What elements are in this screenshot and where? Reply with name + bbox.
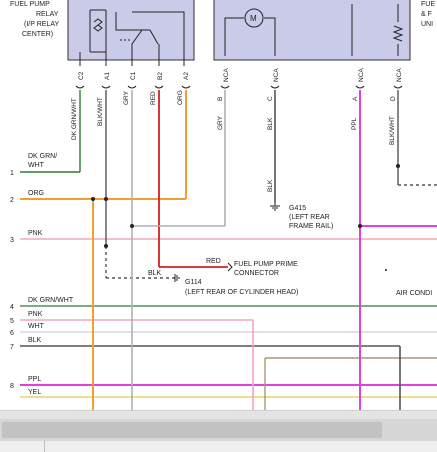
- ground-g114-desc: (LEFT REAR OF CYLINDER HEAD): [185, 289, 298, 296]
- unit-pin-note: NCA: [358, 68, 365, 82]
- horizontal-scrollbar[interactable]: [0, 419, 437, 441]
- motor-pin-notes: NCA NCA NCA NCA: [223, 68, 403, 82]
- unit-pin-note: NCA: [396, 68, 403, 82]
- wire-color-label: BLK: [267, 117, 274, 130]
- row-wire-label-line: WHT: [28, 162, 45, 169]
- row-number: 1: [10, 170, 14, 177]
- unit-pin-label: D: [390, 96, 397, 101]
- motor-pin-label: C: [267, 96, 274, 101]
- row-number: 7: [10, 344, 14, 351]
- relay-pin-label: C2: [78, 71, 85, 80]
- wiring-diagram: FUEL PUMP RELAY (I/P RELAY CENTER) FUE &…: [0, 0, 437, 410]
- row-number: 2: [10, 197, 14, 204]
- unit-title: FUE & F UNI: [421, 1, 435, 28]
- blk-wire-label: BLK: [148, 270, 162, 277]
- fuel-pump-prime-connector-label: FUEL PUMP PRIME CONNECTOR: [234, 261, 300, 277]
- wire-color-label: DK GRN/WHT: [71, 98, 78, 140]
- scrollbar-thumb[interactable]: [2, 422, 382, 438]
- relay-pin-label: A2: [183, 72, 190, 80]
- relay-title-line: (I/P RELAY: [24, 21, 59, 28]
- row-wire-label: PNK: [28, 230, 43, 237]
- unit-title-line: UNI: [421, 21, 433, 28]
- row-wire-label-line: DK GRN/: [28, 153, 57, 160]
- wire-color-label: BLK/WHT: [389, 116, 396, 145]
- row-numbers: 1 2 3 4 5 6 7 8: [10, 170, 14, 390]
- wire-color-label: PPL: [351, 117, 358, 130]
- ground-g415-desc: (LEFT REAR FRAME RAIL): [289, 214, 333, 230]
- row-number: 4: [10, 304, 14, 311]
- status-divider: [44, 441, 45, 452]
- motor-pin-note: NCA: [223, 68, 230, 82]
- splice-dot: [104, 244, 108, 248]
- splice-dot: [358, 224, 362, 228]
- motor-symbol-label: M: [250, 14, 257, 23]
- relay-title-line: RELAY: [36, 11, 59, 18]
- row-wire-label: DK GRN/WHT: [28, 297, 74, 304]
- connector-label-line: FUEL PUMP PRIME: [234, 261, 298, 268]
- wire-color-label: BLK: [267, 179, 274, 192]
- ground-g415-desc-line: FRAME RAIL): [289, 223, 333, 230]
- row-number: 8: [10, 383, 14, 390]
- relay-pin-labels: C2 A1 C1 B2 A2: [78, 71, 190, 80]
- row-wire-label: WHT: [28, 323, 45, 330]
- ground-g114-icon: [174, 274, 180, 282]
- ground-g415-icon: [270, 203, 280, 211]
- row-wire-label: PPL: [28, 376, 41, 383]
- motor-pin-labels: B C A D: [217, 96, 397, 101]
- ground-g415-desc-line: (LEFT REAR: [289, 214, 330, 221]
- ground-g415-label: G415: [289, 205, 306, 212]
- status-strip: [0, 441, 437, 452]
- fuel-pump-motor-box: [213, 0, 411, 61]
- row-wire-label: DK GRN/ WHT: [28, 153, 59, 169]
- wire-color-label: RED: [150, 91, 157, 105]
- viewer-bottom-bar: [0, 410, 437, 452]
- row-number: 3: [10, 237, 14, 244]
- relay-wire-labels: DK GRN/WHT BLK/WHT GRY RED ORG: [71, 90, 184, 140]
- motor-pin-label: B: [217, 97, 224, 101]
- motor-pin-note: NCA: [273, 68, 280, 82]
- relay-pin-label: A1: [104, 72, 111, 80]
- wire-color-label: GRY: [123, 90, 130, 105]
- relay-title-line: CENTER): [22, 31, 53, 38]
- row-number: 6: [10, 330, 14, 337]
- motor-connector-marks: [220, 85, 403, 89]
- wire-color-label: ORG: [177, 90, 184, 105]
- red-wire-label: RED: [206, 258, 221, 265]
- splice-dot: [385, 269, 387, 271]
- wire-color-label: GRY: [217, 115, 224, 130]
- relay-title-line: FUEL PUMP: [10, 1, 50, 8]
- row-wire-label: YEL: [28, 389, 41, 396]
- splice-dot: [130, 224, 134, 228]
- relay-pin-label: C1: [130, 71, 137, 80]
- connector-symbol: [227, 262, 233, 272]
- air-conditioning-label: AIR CONDI: [396, 290, 432, 297]
- wire-color-label: BLK/WHT: [97, 97, 104, 126]
- connector-label-line: CONNECTOR: [234, 270, 279, 277]
- row-wire-label: PNK: [28, 311, 43, 318]
- relay-connector-marks: [75, 85, 191, 89]
- splice-dot: [104, 197, 108, 201]
- unit-title-line: FUE: [421, 1, 435, 8]
- unit-title-line: & F: [421, 11, 432, 18]
- motor-wire-labels: GRY BLK BLK PPL BLK/WHT: [217, 115, 396, 192]
- splice-dot: [91, 197, 95, 201]
- row-wire-label: ORG: [28, 190, 44, 197]
- splice-dot: [396, 164, 400, 168]
- relay-title: FUEL PUMP RELAY (I/P RELAY CENTER): [10, 1, 59, 38]
- row-number: 5: [10, 318, 14, 325]
- unit-pin-label: A: [352, 96, 359, 101]
- row-wire-labels: DK GRN/ WHT ORG PNK DK GRN/WHT PNK WHT B…: [28, 153, 74, 396]
- ground-g114-label: G114: [185, 279, 202, 286]
- relay-pin-label: B2: [157, 72, 164, 80]
- row-wire-label: BLK: [28, 337, 42, 344]
